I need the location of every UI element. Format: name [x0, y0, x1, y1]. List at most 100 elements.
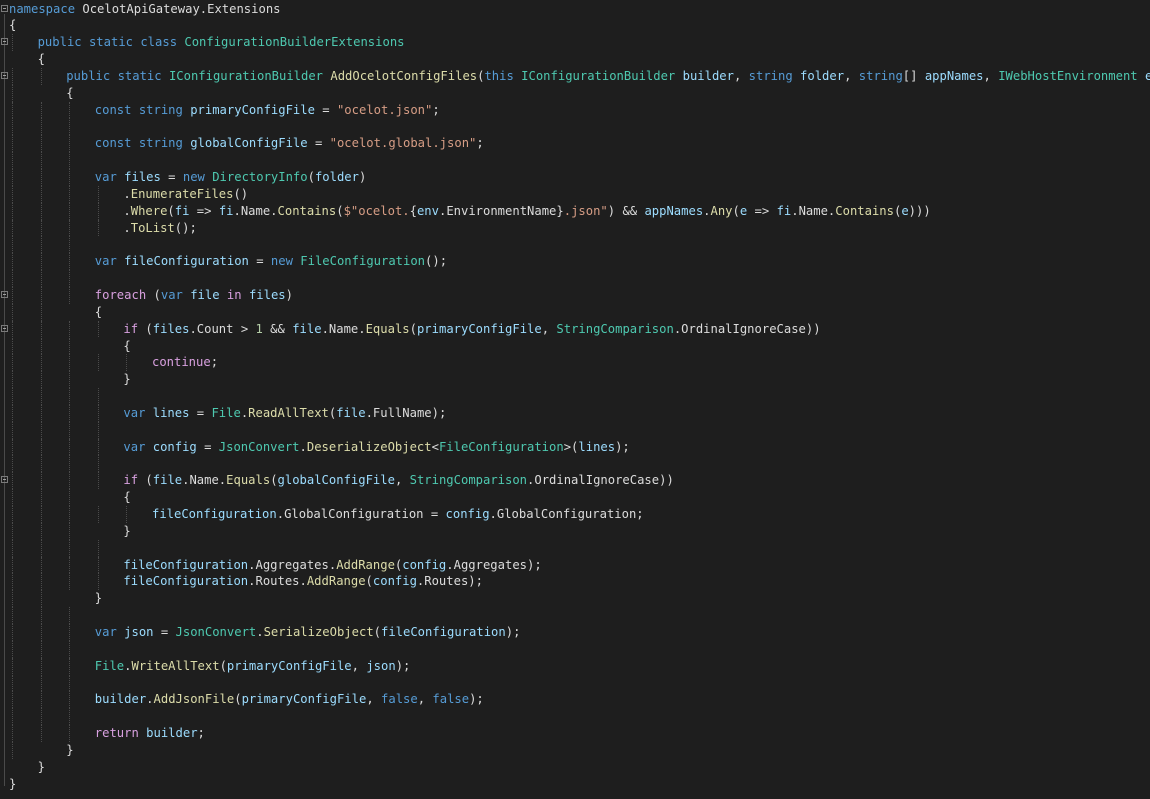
code-token: =	[189, 405, 212, 420]
collapse-toggle-icon[interactable]	[1, 290, 8, 298]
code-token: const	[94, 102, 132, 117]
code-line[interactable]	[0, 422, 1150, 439]
code-text: namespace OcelotApiGateway.Extensions	[9, 1, 281, 18]
collapse-toggle-icon[interactable]	[1, 324, 8, 332]
code-token: {	[37, 52, 45, 67]
code-line[interactable]: if (files.Count > 1 && file.Name.Equals(…	[0, 321, 1150, 338]
code-token: (	[138, 321, 153, 336]
code-line[interactable]: foreach (var file in files)	[0, 287, 1150, 304]
code-token: ,	[541, 321, 557, 336]
code-token: var	[94, 170, 117, 184]
code-token: ReadAllText	[248, 405, 329, 420]
code-token: string	[858, 68, 903, 83]
code-token: EnumerateFiles	[130, 186, 234, 201]
code-token: ,	[351, 658, 367, 673]
code-token: AddRange	[306, 574, 366, 589]
code-token: IWebHostEnvironment	[998, 68, 1138, 83]
code-line[interactable]	[0, 152, 1150, 169]
code-line[interactable]: }	[0, 590, 1150, 607]
code-line[interactable]: fileConfiguration.GlobalConfiguration = …	[0, 506, 1150, 523]
code-line[interactable]: }	[0, 776, 1150, 793]
code-token: string	[138, 102, 183, 117]
code-line[interactable]: .Where(fi => fi.Name.Contains($"ocelot.{…	[0, 203, 1150, 220]
code-token: .Routes);	[416, 574, 483, 589]
code-token: json	[124, 624, 154, 639]
code-token: ;	[432, 102, 440, 117]
code-line[interactable]	[0, 236, 1150, 253]
code-line[interactable]: fileConfiguration.Routes.AddRange(config…	[0, 573, 1150, 590]
code-line[interactable]	[0, 118, 1150, 135]
code-line[interactable]	[0, 455, 1150, 472]
code-token: fileConfiguration	[124, 254, 249, 269]
code-line[interactable]: }	[0, 742, 1150, 759]
code-line[interactable]	[0, 607, 1150, 624]
code-token: globalConfigFile	[190, 136, 308, 151]
code-line[interactable]: .ToList();	[0, 220, 1150, 237]
code-line[interactable]: {	[0, 489, 1150, 506]
code-token: AddJsonFile	[153, 692, 235, 707]
code-token: file	[152, 473, 183, 488]
code-token: .GlobalConfiguration;	[489, 507, 644, 521]
code-token: false	[381, 692, 418, 707]
code-text: }	[123, 523, 130, 540]
code-line[interactable]: .EnumerateFiles()	[0, 186, 1150, 203]
code-line[interactable]: fileConfiguration.Aggregates.AddRange(co…	[0, 557, 1150, 574]
code-line[interactable]	[0, 708, 1150, 725]
code-line[interactable]: var json = JsonConvert.SerializeObject(f…	[0, 624, 1150, 641]
code-line[interactable]: {	[0, 304, 1150, 321]
code-token: }	[123, 523, 131, 538]
code-line[interactable]: {	[0, 338, 1150, 355]
code-line[interactable]: }	[0, 759, 1150, 776]
code-token: fileConfiguration	[123, 574, 249, 589]
code-line[interactable]: namespace OcelotApiGateway.Extensions	[0, 1, 1150, 18]
code-editor[interactable]: namespace OcelotApiGateway.Extensions{pu…	[0, 0, 1150, 799]
code-line[interactable]: var files = new DirectoryInfo(folder)	[0, 169, 1150, 186]
code-line[interactable]: public static IConfigurationBuilder AddO…	[0, 68, 1150, 85]
code-token: DirectoryInfo	[212, 170, 308, 184]
code-text: {	[123, 338, 130, 355]
code-line[interactable]: const string primaryConfigFile = "ocelot…	[0, 102, 1150, 119]
code-line[interactable]: return builder;	[0, 725, 1150, 742]
collapse-toggle-icon[interactable]	[1, 38, 8, 46]
code-line[interactable]: var fileConfiguration = new FileConfigur…	[0, 253, 1150, 270]
code-token: .EnvironmentName}	[438, 203, 564, 218]
code-line[interactable]: const string globalConfigFile = "ocelot.…	[0, 135, 1150, 152]
code-line[interactable]: }	[0, 523, 1150, 540]
code-line[interactable]	[0, 270, 1150, 287]
code-text: {	[9, 17, 16, 34]
code-token: folder	[800, 68, 845, 83]
code-token: (	[732, 203, 740, 218]
code-token: .json"	[563, 203, 608, 218]
code-line[interactable]	[0, 388, 1150, 405]
code-line[interactable]	[0, 675, 1150, 692]
code-line[interactable]: public static class ConfigurationBuilder…	[0, 34, 1150, 51]
code-token: "ocelot.global.json"	[329, 136, 477, 151]
code-line[interactable]: File.WriteAllText(primaryConfigFile, jso…	[0, 658, 1150, 675]
code-line[interactable]	[0, 641, 1150, 658]
code-token: []	[902, 68, 925, 83]
code-token: (	[336, 203, 344, 218]
code-line[interactable]: }	[0, 371, 1150, 388]
code-line[interactable]: if (file.Name.Equals(globalConfigFile, S…	[0, 472, 1150, 489]
code-line[interactable]: var lines = File.ReadAllText(file.FullNa…	[0, 405, 1150, 422]
code-token: .FullName);	[365, 405, 447, 420]
code-line[interactable]: builder.AddJsonFile(primaryConfigFile, f…	[0, 691, 1150, 708]
code-line[interactable]: continue;	[0, 354, 1150, 371]
collapse-toggle-icon[interactable]	[1, 71, 8, 79]
code-token: if	[123, 473, 139, 488]
code-line[interactable]: {	[0, 17, 1150, 34]
code-token: )	[358, 170, 367, 184]
code-line[interactable]	[0, 540, 1150, 557]
code-token: .Aggregates.	[248, 557, 337, 572]
code-token: {	[9, 18, 17, 33]
code-token: ;	[476, 136, 484, 151]
collapse-toggle-icon[interactable]	[1, 476, 8, 484]
code-token: globalConfigFile	[277, 473, 395, 488]
collapse-toggle-icon[interactable]	[1, 4, 8, 12]
code-line[interactable]: {	[0, 85, 1150, 102]
code-line[interactable]: var config = JsonConvert.DeserializeObje…	[0, 439, 1150, 456]
code-line[interactable]: {	[0, 51, 1150, 68]
code-text: var fileConfiguration = new FileConfigur…	[95, 253, 447, 270]
code-token: namespace	[9, 1, 76, 16]
